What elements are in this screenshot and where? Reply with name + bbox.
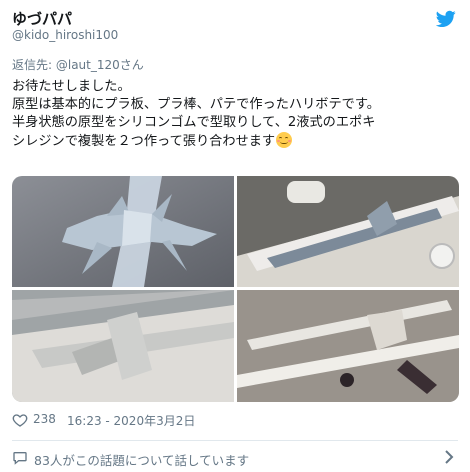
tweet-timestamp[interactable]: 16:23 - 2020年3月2日: [67, 412, 195, 429]
tweet-header: ゆづパパ @kido_hiroshi100: [12, 6, 458, 46]
reply-to-line: 返信先: @laut_120さん: [12, 56, 144, 73]
tweet-line: 原型は基本的にプラ板、プラ棒、パテで作ったハリボテです。: [12, 97, 380, 112]
tweet-line-text: シレジンで複製を２つ作って張り合わせます: [12, 134, 276, 149]
like-count: 238: [33, 412, 56, 426]
photo-sword-prototype[interactable]: [12, 176, 234, 287]
photo-resin-parts[interactable]: [237, 290, 459, 402]
chevron-right-icon[interactable]: [444, 450, 454, 464]
tweet-line-last: シレジンで複製を２つ作って張り合わせます: [12, 132, 464, 151]
smiling-face-icon: [276, 132, 293, 148]
tweet-text: お待たせしました。 原型は基本的にプラ板、プラ棒、パテで作ったハリボテです。 半…: [12, 78, 464, 151]
conversation-link[interactable]: 83人がこの話題について話しています: [34, 450, 249, 469]
tweet-line: お待たせしました。: [12, 79, 131, 94]
photo-silicone-mold-sword[interactable]: [237, 176, 459, 287]
reply-mention-link[interactable]: @laut_120さん: [56, 58, 144, 72]
photo-mold-closeup[interactable]: [12, 290, 234, 402]
display-name[interactable]: ゆづパパ: [12, 8, 72, 29]
user-handle[interactable]: @kido_hiroshi100: [12, 28, 118, 42]
reply-prefix: 返信先:: [12, 58, 56, 72]
twitter-bird-icon[interactable]: [436, 10, 456, 28]
divider: [12, 440, 458, 441]
heart-icon[interactable]: [12, 412, 28, 428]
speech-bubble-icon: [13, 452, 27, 465]
media-grid: [12, 176, 459, 402]
tweet-line: 半身状態の原型をシリコンゴムで型取りして、2液式のエポキ: [12, 115, 376, 130]
tweet-card: ゆづパパ @kido_hiroshi100 返信先: @laut_120さん お…: [0, 0, 470, 472]
